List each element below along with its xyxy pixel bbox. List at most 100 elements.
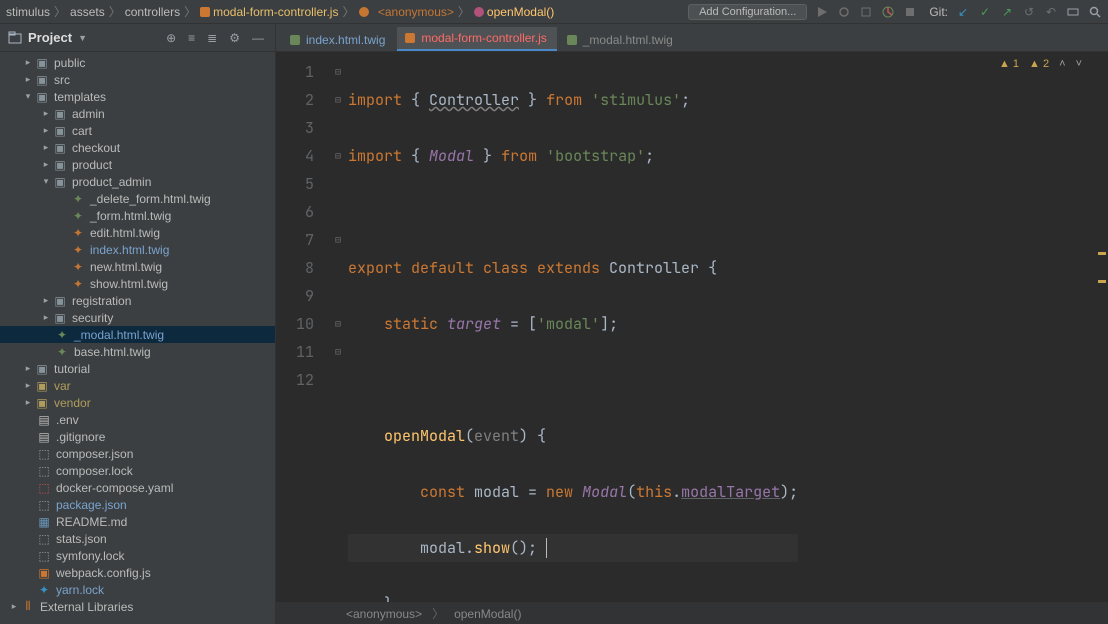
twig-file-icon: ✦ (70, 243, 86, 257)
tree-file-form[interactable]: ✦_form.html.twig (0, 207, 275, 224)
crumb-project[interactable]: stimulus (6, 5, 50, 19)
tree-folder-security[interactable]: ▸▣security (0, 309, 275, 326)
project-tree[interactable]: ▸▣public ▸▣src ▾▣templates ▸▣admin ▸▣car… (0, 52, 276, 624)
code-editor[interactable]: ▲ 1 ▲ 2 ˄ ˅ 123 456 789 101112 ⊟⊟⊟⊟⊟⊟ im… (276, 52, 1108, 624)
locate-icon[interactable]: ⊕ (163, 31, 179, 45)
code-content[interactable]: import { Controller } from 'stimulus'; i… (348, 52, 798, 602)
bottom-crumb-scope[interactable]: <anonymous> (346, 607, 422, 621)
crumb-assets[interactable]: assets (70, 5, 105, 19)
git-push-icon[interactable]: ↗ (1000, 5, 1014, 19)
line-number-gutter[interactable]: 123 456 789 101112 (276, 52, 328, 602)
chevron-right-icon: 〉 (184, 3, 196, 20)
library-icon: ⫴ (20, 599, 36, 614)
hide-tool-icon[interactable]: — (249, 31, 267, 45)
method-icon (474, 7, 484, 17)
tree-file-composer-json[interactable]: ⬚composer.json (0, 445, 275, 462)
crumb-controllers[interactable]: controllers (125, 5, 180, 19)
settings-gear-icon[interactable]: ⚙ (226, 31, 243, 45)
git-update-icon[interactable]: ↙ (956, 5, 970, 19)
tree-file-symfony-lock[interactable]: ⬚symfony.lock (0, 547, 275, 564)
chevron-down-icon[interactable]: ˅ (1076, 58, 1082, 70)
tree-file-delete-form[interactable]: ✦_delete_form.html.twig (0, 190, 275, 207)
tree-folder-templates[interactable]: ▾▣templates (0, 88, 275, 105)
profiler-icon[interactable] (881, 5, 895, 19)
main-area: ▸▣public ▸▣src ▾▣templates ▸▣admin ▸▣car… (0, 52, 1108, 624)
debug-icon[interactable] (837, 5, 851, 19)
tree-file-show[interactable]: ✦show.html.twig (0, 275, 275, 292)
crumb-scope[interactable]: <anonymous> (359, 5, 454, 19)
folder-icon: ▣ (34, 56, 50, 70)
tree-file-yarn-lock[interactable]: ✦yarn.lock (0, 581, 275, 598)
folder-icon: ▣ (34, 379, 50, 393)
tab-modal[interactable]: _modal.html.twig (559, 29, 683, 51)
tree-folder-product[interactable]: ▸▣product (0, 156, 275, 173)
tree-folder-product-admin[interactable]: ▾▣product_admin (0, 173, 275, 190)
tree-folder-cart[interactable]: ▸▣cart (0, 122, 275, 139)
twig-file-icon (567, 35, 577, 45)
tree-folder-var[interactable]: ▸▣var (0, 377, 275, 394)
tree-folder-public[interactable]: ▸▣public (0, 54, 275, 71)
tree-file-base[interactable]: ✦base.html.twig (0, 343, 275, 360)
editor-body[interactable]: 123 456 789 101112 ⊟⊟⊟⊟⊟⊟ import { Contr… (276, 52, 1108, 602)
stop-icon[interactable] (903, 5, 917, 19)
chevron-up-icon[interactable]: ˄ (1059, 58, 1065, 70)
tree-file-docker[interactable]: ⬚docker-compose.yaml (0, 479, 275, 496)
folder-icon: ▣ (52, 175, 68, 189)
undo-icon[interactable]: ↶ (1044, 5, 1058, 19)
breadcrumb: stimulus 〉 assets 〉 controllers 〉 modal-… (6, 3, 684, 20)
warning-mark[interactable] (1098, 252, 1106, 255)
git-label: Git: (929, 5, 948, 19)
expand-all-icon[interactable]: ≡ (185, 31, 198, 45)
tree-file-index[interactable]: ✦index.html.twig (0, 241, 275, 258)
warning-icon[interactable]: ▲ 2 (1029, 58, 1049, 70)
fold-gutter[interactable]: ⊟⊟⊟⊟⊟⊟ (328, 52, 348, 602)
warning-mark[interactable] (1098, 280, 1106, 283)
folder-icon: ▣ (34, 73, 50, 87)
tab-index-label: index.html.twig (306, 33, 385, 47)
json-file-icon: ⬚ (36, 498, 52, 512)
folder-icon: ▣ (52, 311, 68, 325)
tree-file-new[interactable]: ✦new.html.twig (0, 258, 275, 275)
tab-index[interactable]: index.html.twig (282, 29, 395, 51)
tree-file-readme[interactable]: ▦README.md (0, 513, 275, 530)
search-everywhere-icon[interactable] (1088, 5, 1102, 19)
tree-file-webpack[interactable]: ▣webpack.config.js (0, 564, 275, 581)
js-file-icon (405, 33, 415, 43)
git-commit-icon[interactable]: ✓ (978, 5, 992, 19)
ide-settings-icon[interactable] (1066, 5, 1080, 19)
tab-controller[interactable]: modal-form-controller.js (397, 27, 556, 51)
tree-file-modal[interactable]: ✦_modal.html.twig (0, 326, 275, 343)
bottom-crumb-method[interactable]: openModal() (454, 607, 521, 621)
tree-folder-tutorial[interactable]: ▸▣tutorial (0, 360, 275, 377)
tree-folder-admin[interactable]: ▸▣admin (0, 105, 275, 122)
tree-folder-src[interactable]: ▸▣src (0, 71, 275, 88)
project-dropdown-icon[interactable]: ▼ (78, 33, 87, 43)
tree-file-edit[interactable]: ✦edit.html.twig (0, 224, 275, 241)
project-title[interactable]: Project (28, 30, 72, 45)
tree-file-gitignore[interactable]: ▤.gitignore (0, 428, 275, 445)
error-stripe[interactable] (1096, 52, 1108, 624)
tree-external-libraries[interactable]: ▸⫴External Libraries (0, 598, 275, 615)
run-icon[interactable] (815, 5, 829, 19)
crumb-method[interactable]: openModal() (474, 5, 554, 19)
editor-tabs: index.html.twig modal-form-controller.js… (276, 24, 683, 51)
twig-file-icon: ✦ (70, 260, 86, 274)
add-configuration-button[interactable]: Add Configuration... (688, 4, 807, 20)
crumb-file[interactable]: modal-form-controller.js (200, 5, 338, 19)
chevron-right-icon: 〉 (458, 3, 470, 20)
twig-file-icon: ✦ (70, 192, 86, 206)
project-view-icon (8, 31, 22, 45)
tree-file-env[interactable]: ▤.env (0, 411, 275, 428)
tree-folder-vendor[interactable]: ▸▣vendor (0, 394, 275, 411)
inspection-badges[interactable]: ▲ 1 ▲ 2 ˄ ˅ (999, 58, 1082, 70)
git-history-icon[interactable]: ↺ (1022, 5, 1036, 19)
tree-folder-checkout[interactable]: ▸▣checkout (0, 139, 275, 156)
tree-file-package-json[interactable]: ⬚package.json (0, 496, 275, 513)
tree-file-composer-lock[interactable]: ⬚composer.lock (0, 462, 275, 479)
tree-file-stats[interactable]: ⬚stats.json (0, 530, 275, 547)
warning-icon[interactable]: ▲ 1 (999, 58, 1019, 70)
tree-folder-registration[interactable]: ▸▣registration (0, 292, 275, 309)
coverage-icon[interactable] (859, 5, 873, 19)
collapse-all-icon[interactable]: ≣ (204, 31, 220, 45)
text-file-icon: ▤ (36, 430, 52, 444)
